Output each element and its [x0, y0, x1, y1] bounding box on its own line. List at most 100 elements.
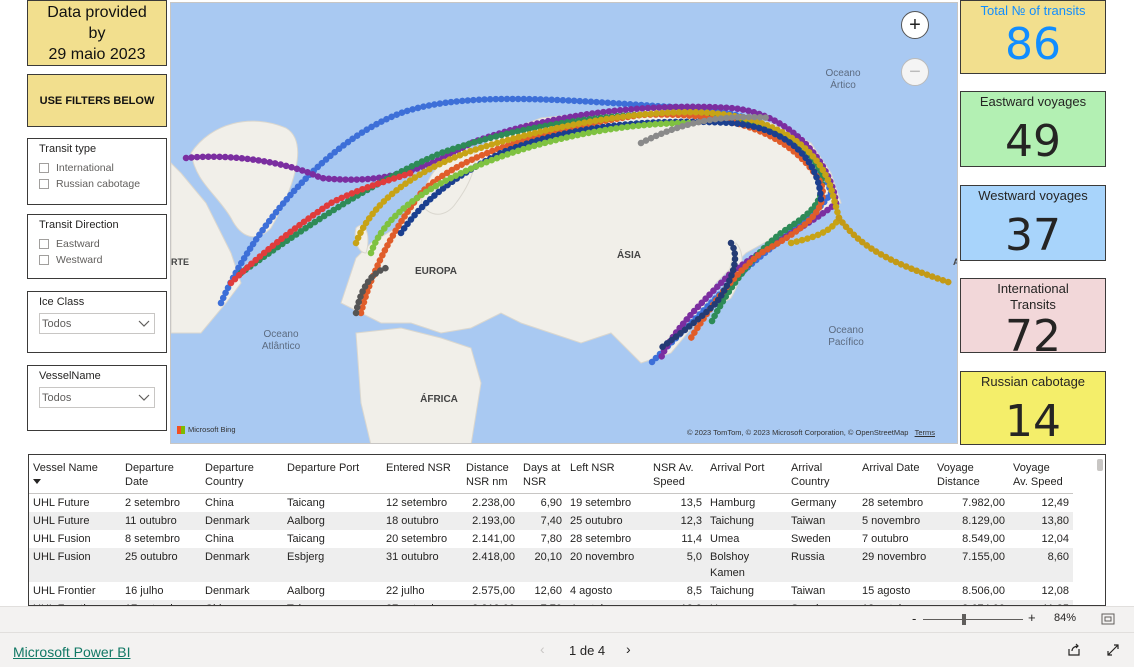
table-cell: 8.506,00 — [962, 585, 1005, 597]
column-header[interactable]: Left NSR — [566, 455, 649, 494]
slicer-title: VesselName — [39, 370, 101, 382]
use-filters-banner: USE FILTERS BELOW — [27, 74, 167, 127]
column-header[interactable]: Arrival Country — [787, 455, 858, 494]
table-row[interactable]: UHL Frontier 16 julho Denmark Aalborg 22 jul… — [29, 582, 1073, 600]
transit-direction-slicer: Transit Direction Eastward Westward — [27, 214, 167, 279]
fit-to-page-icon[interactable] — [1101, 613, 1115, 625]
table-cell: Taiwan — [791, 585, 826, 597]
column-header[interactable]: NSR Av. Speed — [649, 455, 706, 494]
table-cell: 20 novembro — [566, 548, 649, 582]
table-body: UHL Future 2 setembro China Taicang 12 setem… — [29, 494, 1073, 605]
route-map[interactable]: Oceano Ártico EUROPA ÁSIA ÁFRICA Oceano … — [170, 2, 958, 444]
zoom-level: 84% — [1054, 612, 1077, 624]
table-cell: 11,4 — [681, 533, 702, 545]
microsoft-logo-icon — [177, 425, 185, 434]
table-row[interactable]: UHL Fusion 25 outubro Denmark Esbjerg 31 out… — [29, 548, 1073, 582]
zoom-in-button[interactable]: + — [901, 11, 929, 39]
table-cell: 5,0 — [649, 548, 706, 582]
data-provided-card: Data provided by 29 maio 2023 — [27, 0, 167, 66]
table-cell: 7 outubro — [862, 533, 909, 545]
fullscreen-icon[interactable] — [1106, 643, 1120, 657]
checkbox-box[interactable] — [39, 239, 49, 249]
transit-type-slicer: Transit type International Russian cabot… — [27, 138, 167, 205]
column-header[interactable]: Vessel Name — [29, 455, 121, 494]
checkbox-box[interactable] — [39, 179, 49, 189]
kpi-value: 72 — [1005, 311, 1061, 353]
zoom-slider-thumb[interactable] — [962, 614, 966, 625]
zoom-out-control[interactable]: - — [912, 611, 916, 626]
table-cell: Aalborg — [287, 585, 325, 597]
provided-date: 29 maio 2023 — [48, 46, 146, 63]
bing-logo: Microsoft Bing — [177, 425, 236, 434]
slicer-title: Transit Direction — [39, 219, 119, 231]
vessel-name-dropdown[interactable]: Todos — [39, 387, 155, 408]
table-cell: Umea — [710, 533, 740, 545]
checkbox-eastward[interactable]: Eastward — [39, 236, 155, 252]
slicer-title: Transit type — [39, 143, 97, 155]
column-header[interactable]: Arrival Port — [706, 455, 787, 494]
table-cell: 25 outubro — [566, 512, 649, 530]
map-canvas: Oceano Ártico EUROPA ÁSIA ÁFRICA Oceano … — [171, 3, 958, 443]
column-header[interactable]: Days at NSR — [519, 455, 566, 494]
label-right-edge: A — [953, 257, 958, 267]
table-scrollbar[interactable] — [1097, 459, 1103, 471]
prev-page-icon[interactable]: ‹ — [540, 641, 545, 657]
table-cell: 25 outubro — [121, 548, 201, 582]
ice-class-dropdown[interactable]: Todos — [39, 313, 155, 334]
table-cell: Denmark — [201, 548, 283, 582]
next-page-icon[interactable]: › — [626, 641, 631, 657]
column-header[interactable]: Departure Port — [283, 455, 382, 494]
table-cell: 12,04 — [1041, 533, 1069, 545]
share-icon[interactable] — [1067, 643, 1081, 657]
table-cell: Taicang — [287, 533, 325, 545]
checkbox-label: International — [56, 162, 114, 174]
column-header[interactable]: Departure Date — [121, 455, 201, 494]
column-header[interactable]: Entered NSR — [382, 455, 462, 494]
label-europa: EUROPA — [415, 266, 457, 277]
table-cell: 13,5 — [680, 497, 702, 509]
table-cell: 20 setembro — [386, 533, 448, 545]
table-row[interactable]: UHL Future 11 outubro Denmark Aalborg 18 out… — [29, 512, 1073, 530]
zoom-slider-track[interactable] — [923, 619, 1023, 620]
checkbox-westward[interactable]: Westward — [39, 252, 155, 268]
table-cell: 2.193,00 — [462, 512, 519, 530]
checkbox-box[interactable] — [39, 255, 49, 265]
table-cell: 2.575,00 — [472, 585, 515, 597]
provided-line1: Data provided — [47, 4, 147, 21]
column-header[interactable]: Distance NSR nm — [462, 455, 519, 494]
checkbox-international[interactable]: International — [39, 160, 155, 176]
column-header[interactable]: Departure Country — [201, 455, 283, 494]
table-cell: 8,5 — [686, 585, 702, 597]
table-row[interactable]: UHL Fusion 8 setembro China Taicang 20 setem… — [29, 530, 1073, 548]
label-arctic: Oceano — [825, 68, 860, 79]
table-cell: 20,10 — [519, 548, 566, 582]
table-cell: Hamburg — [710, 497, 756, 509]
table-cell: 8.129,00 — [933, 512, 1009, 530]
zoom-in-control[interactable]: + — [1028, 610, 1036, 625]
table-row[interactable]: UHL Future 2 setembro China Taicang 12 setem… — [29, 494, 1073, 513]
russian-cabotage-card: Russian cabotage 14 — [960, 371, 1106, 445]
terms-link[interactable]: Terms — [915, 428, 935, 437]
kpi-value: 49 — [1005, 116, 1061, 167]
sort-descending-icon[interactable] — [33, 479, 41, 484]
label-asia: ÁSIA — [617, 248, 641, 261]
checkbox-russian-cabotage[interactable]: Russian cabotage — [39, 176, 155, 192]
slicer-title: Ice Class — [39, 296, 85, 308]
checkbox-box[interactable] — [39, 163, 49, 173]
copyright-text: © 2023 TomTom, © 2023 Microsoft Corporat… — [686, 428, 909, 437]
column-header[interactable]: Voyage Av. Speed — [1009, 455, 1073, 494]
table-header-row: Vessel Name Departure Date Departure Count… — [29, 455, 1073, 494]
voyages-table[interactable]: Vessel Name Departure Date Departure Count… — [28, 454, 1106, 606]
checkbox-label: Russian cabotage — [56, 178, 141, 190]
kpi-title: Westward voyages — [978, 188, 1088, 203]
power-bi-link[interactable]: Microsoft Power BI — [13, 644, 130, 660]
column-header[interactable]: Arrival Date — [858, 455, 933, 494]
table-cell: 2.238,00 — [472, 497, 515, 509]
table-cell: 15 agosto — [862, 585, 911, 597]
zoom-out-button[interactable]: − — [901, 58, 929, 86]
table-cell: UHL Frontier — [33, 585, 96, 597]
label-arctic-2: Ártico — [830, 78, 856, 91]
zoom-bar: - + 84% — [0, 606, 1134, 632]
column-header[interactable]: Voyage Distance — [933, 455, 1009, 494]
eastward-voyages-card: Eastward voyages 49 — [960, 91, 1106, 167]
